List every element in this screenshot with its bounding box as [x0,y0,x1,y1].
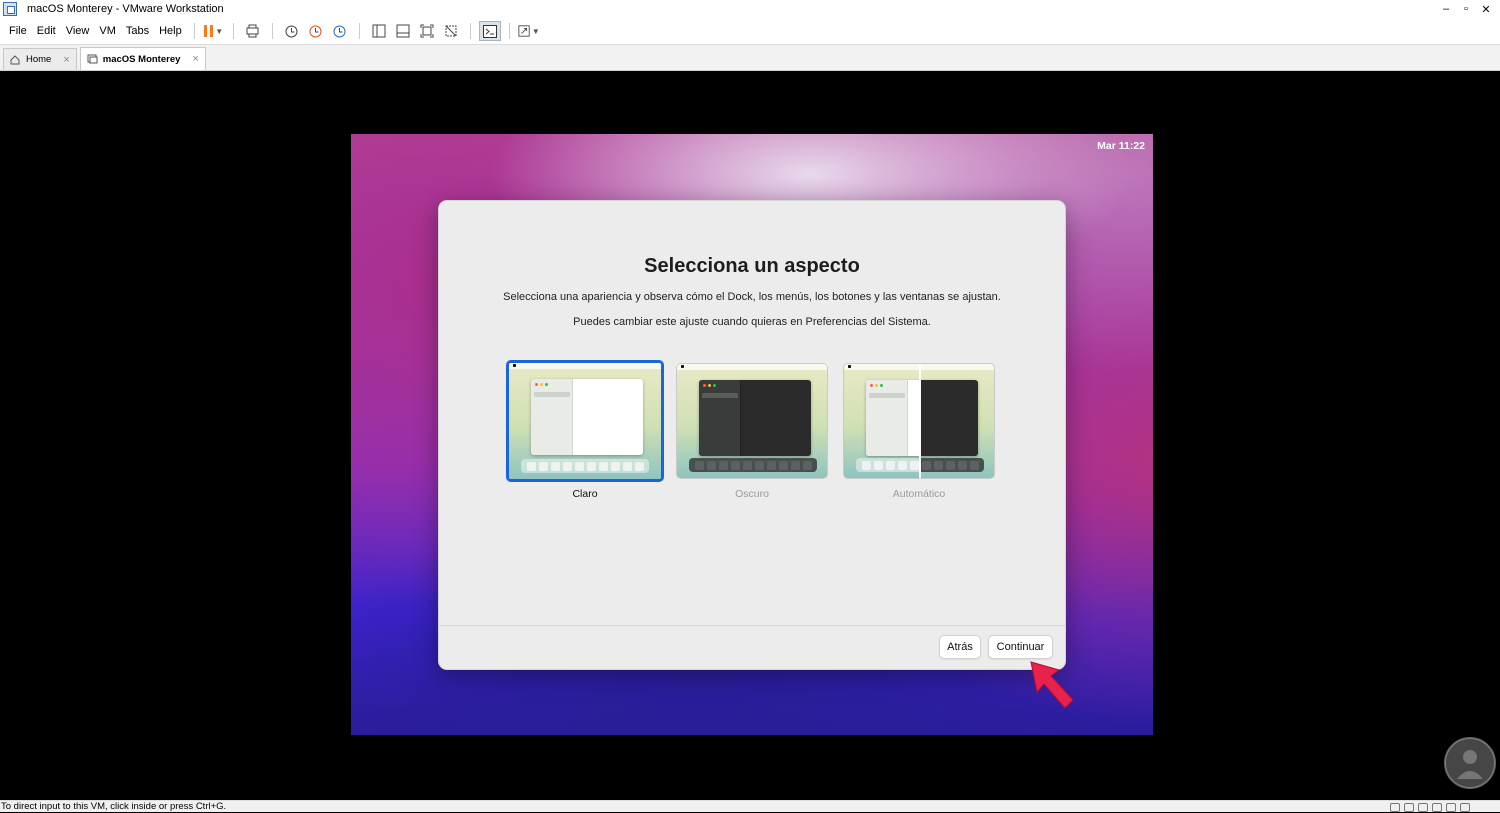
chevron-down-icon[interactable]: ▼ [215,27,223,36]
menu-edit[interactable]: Edit [32,25,61,37]
snapshot-manager-icon [333,25,346,37]
toolbar-divider [508,23,510,39]
appearance-option-light[interactable]: Claro [506,360,664,500]
menu-vm[interactable]: VM [94,25,121,37]
vmware-logo-icon [3,2,17,16]
guest-menubar-clock: Mar 11:22 [1097,140,1145,152]
dialog-footer-divider [439,625,1065,626]
send-ctrl-alt-del-icon [246,24,259,38]
status-bar: To direct input to this VM, click inside… [0,800,1500,812]
library-icon [372,24,386,38]
console-view-icon [482,24,497,38]
usb-icon[interactable] [1432,802,1442,812]
status-message: To direct input to this VM, click inside… [1,801,227,812]
menu-view[interactable]: View [61,25,95,37]
cd-drive-icon[interactable] [1404,802,1414,812]
tab-label: Home [26,54,52,65]
thumbnail-bar-button[interactable] [392,21,414,41]
tab-bar: Home × macOS Monterey × [0,45,1500,71]
dark-preview-thumbnail[interactable] [676,363,828,479]
setup-assistant-dialog: Selecciona un aspecto Selecciona una apa… [438,200,1066,670]
light-preview-thumbnail[interactable] [506,360,664,482]
appearance-option-auto[interactable]: Automático [843,363,995,500]
option-label: Oscuro [735,488,769,500]
unity-button[interactable] [440,21,462,41]
vm-icon [87,54,98,64]
toolbar-divider [469,23,471,39]
unity-icon [445,25,457,37]
take-snapshot-button[interactable] [281,21,303,41]
full-screen-icon [420,24,434,38]
window-title-bar: macOS Monterey - VMware Workstation – ▫ … [0,0,1500,18]
home-icon [10,54,21,65]
pause-button[interactable]: ▼ [203,21,225,41]
tab-label: macOS Monterey [102,53,181,65]
dialog-note: Puedes cambiar este ajuste cuando quiera… [573,316,931,328]
snapshot-manager-button[interactable] [329,21,351,41]
send-ctrl-alt-del-button[interactable] [242,21,264,41]
menu-toolbar: File Edit View VM Tabs Help ▼ ▼ [0,18,1500,45]
chevron-down-icon[interactable]: ▼ [532,27,540,36]
window-title: macOS Monterey - VMware Workstation [27,3,224,15]
close-window-button[interactable]: ✕ [1476,3,1496,16]
tab-macos-monterey[interactable]: macOS Monterey × [79,47,206,70]
dialog-title: Selecciona un aspecto [644,255,860,277]
appearance-option-dark[interactable]: Oscuro [676,363,828,500]
menu-help[interactable]: Help [154,25,187,37]
toolbar-divider [193,23,195,39]
snapshot-icon [285,25,298,37]
close-icon[interactable]: × [192,53,198,65]
minimize-button[interactable]: – [1436,3,1456,15]
stretch-icon [518,25,530,37]
show-library-button[interactable] [368,21,390,41]
tab-home[interactable]: Home × [3,48,77,70]
sound-icon[interactable] [1446,802,1456,812]
console-view-button[interactable] [478,21,501,41]
pause-icon [204,25,214,37]
revert-snapshot-icon [309,25,322,37]
thumbnail-icon [396,24,410,38]
back-button[interactable]: Atrás [939,635,981,659]
full-screen-button[interactable] [416,21,438,41]
maximize-button[interactable]: ▫ [1456,3,1476,15]
option-label: Automático [892,488,946,500]
device-status-icons [1390,801,1470,813]
menu-file[interactable]: File [4,25,32,37]
toolbar-divider [271,23,273,39]
stretch-guest-button[interactable]: ▼ [518,21,540,41]
hard-disk-icon[interactable] [1390,802,1400,812]
continue-button[interactable]: Continuar [988,635,1053,659]
option-label: Claro [572,488,598,500]
red-arrow-annotation-icon [1030,661,1074,709]
guest-desktop[interactable]: Mar 11:22 Selecciona un aspecto Seleccio… [351,134,1153,735]
toolbar-divider [232,23,234,39]
watermark-logo-icon [1444,737,1496,789]
revert-snapshot-button[interactable] [305,21,327,41]
toolbar-divider [358,23,360,39]
dialog-description: Selecciona una apariencia y observa cómo… [503,291,1001,303]
network-adapter-icon[interactable] [1418,802,1428,812]
menu-tabs[interactable]: Tabs [121,25,154,37]
display-icon[interactable] [1460,802,1470,812]
close-icon[interactable]: × [63,54,69,66]
vm-console[interactable]: Mar 11:22 Selecciona un aspecto Seleccio… [0,71,1500,800]
auto-preview-thumbnail[interactable] [843,363,995,479]
